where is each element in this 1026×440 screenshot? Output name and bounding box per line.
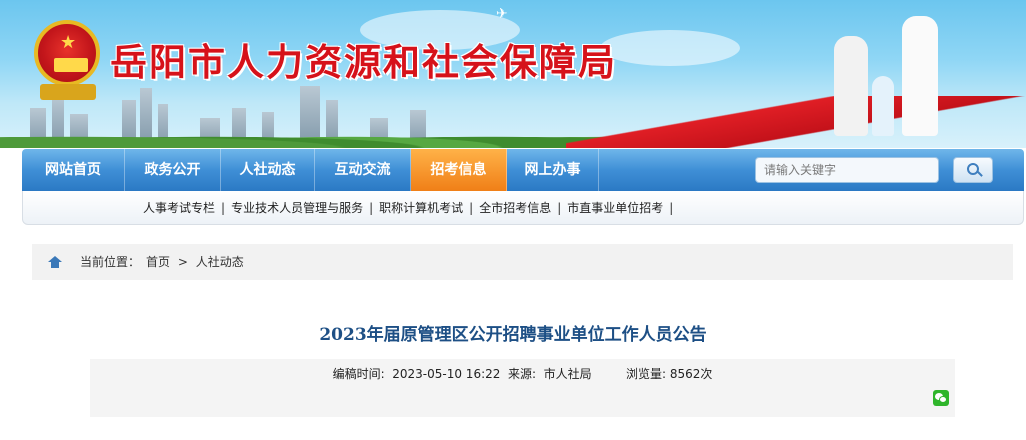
article-title: 2023年届原管理区公开招聘事业单位工作人员公告 <box>319 325 707 345</box>
nav-item-news[interactable]: 人社动态 <box>221 149 315 191</box>
breadcrumb: 当前位置： 首页 > 人社动态 <box>32 244 1013 280</box>
emblem-base-icon <box>40 84 96 100</box>
header-banner: ✈ ★ 岳阳市人力资源和社会保障局 <box>0 0 1026 148</box>
breadcrumb-current-link[interactable]: 人社动态 <box>196 255 244 269</box>
red-ribbon-graphic <box>566 96 1026 148</box>
search-button[interactable] <box>953 157 993 183</box>
nav-item-online-services[interactable]: 网上办事 <box>507 149 599 191</box>
sub-nav: 人事考试专栏 | 专业技术人员管理与服务 | 职称计算机考试 | 全市招考信息 | 市直事业单位… <box>22 191 1024 225</box>
subnav-link-city-recruitment[interactable]: 全市招考信息 <box>479 201 551 215</box>
subnav-link-exam-column[interactable]: 人事考试专栏 <box>143 201 215 215</box>
cloud-decoration <box>600 30 740 66</box>
airplane-icon: ✈ <box>496 6 508 22</box>
family-photo <box>826 6 956 136</box>
article-meta: 编稿时间: 2023-05-10 16:22 来源: 市人社局 浏览量: 856… <box>332 367 713 381</box>
nav-item-recruitment[interactable]: 招考信息 <box>411 149 507 191</box>
subnav-link-institution-recruitment[interactable]: 市直事业单位招考 <box>567 201 663 215</box>
site-title: 岳阳市人力资源和社会保障局 <box>110 40 617 84</box>
breadcrumb-label: 当前位置： <box>80 255 141 269</box>
subnav-link-computer-exam[interactable]: 职称计算机考试 <box>379 201 463 215</box>
subnav-link-professional-management[interactable]: 专业技术人员管理与服务 <box>231 201 363 215</box>
national-emblem-icon: ★ <box>34 20 100 86</box>
search-input[interactable]: 请输入关键字 <box>755 157 939 183</box>
article-meta-panel: 编稿时间: 2023-05-10 16:22 来源: 市人社局 浏览量: 856… <box>90 359 955 417</box>
main-nav: 网站首页 政务公开 人社动态 互动交流 招考信息 网上办事 请输入关键字 <box>22 149 1024 191</box>
nav-item-interaction[interactable]: 互动交流 <box>315 149 411 191</box>
nav-item-gov-affairs[interactable]: 政务公开 <box>125 149 221 191</box>
home-icon <box>48 256 62 268</box>
breadcrumb-home-link[interactable]: 首页 <box>146 255 170 269</box>
breadcrumb-separator: > <box>177 255 188 269</box>
wechat-share-icon[interactable] <box>933 390 949 406</box>
nav-item-home[interactable]: 网站首页 <box>22 149 125 191</box>
